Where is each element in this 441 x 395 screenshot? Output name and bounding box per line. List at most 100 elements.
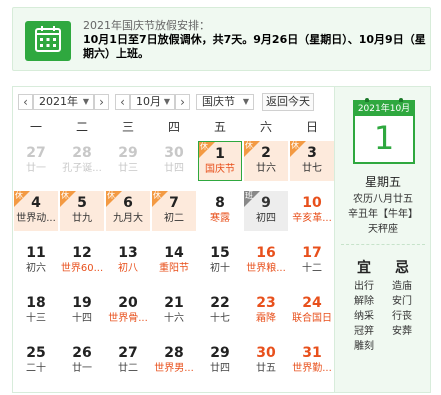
day-cell[interactable]: 27 廿二 [106,341,150,381]
day-number: 19 [72,295,92,311]
month-select[interactable]: 10月 ▼ [130,94,175,110]
day-number: 12 [72,245,92,261]
day-cell[interactable]: 班 9 初四 [244,191,288,231]
day-cell[interactable]: 14 重阳节 [152,241,196,281]
weekday-label: 三 [121,120,134,134]
day-lunar-label: 廿九 [72,213,92,224]
day-detail-panel: 2021年10月 1 星期五 农历八月廿五 辛丑年【牛年】 天秤座 宜 忌 出行… [334,87,430,392]
day-cell[interactable]: 8 寒露 [198,191,242,231]
badge-label: 休 [245,141,253,150]
day-cell[interactable]: 25 二十 [14,341,58,381]
weekday-label: 四 [167,120,180,134]
yi-item: 纳采 [354,311,374,322]
day-cell[interactable]: 30 廿四 [152,141,196,181]
divider [341,244,425,245]
yi-item: 解除 [354,296,374,307]
day-lunar-label: 寒露 [210,213,230,224]
yi-item: 冠笄 [354,326,374,337]
badge-label: 休 [153,191,161,200]
day-cell[interactable]: 休 6 九月大 [106,191,150,231]
day-number: 28 [164,345,184,361]
day-cell[interactable]: 11 初六 [14,241,58,281]
detail-year-month: 2021年10月 [355,102,413,116]
day-lunar-label: 世界粮... [246,263,286,274]
day-number: 21 [164,295,184,311]
day-lunar-label: 联合国日 [292,313,332,324]
day-cell-selected[interactable]: 休 1 国庆节 [198,141,242,181]
day-lunar-label: 十七 [210,313,230,324]
calendar-icon [25,21,71,61]
day-cell[interactable]: 21 十六 [152,291,196,331]
day-cell[interactable]: 29 廿四 [198,341,242,381]
day-cell[interactable]: 30 廿五 [244,341,288,381]
weekday-label: 一 [29,120,42,134]
day-cell[interactable]: 休 7 初二 [152,191,196,231]
day-cell[interactable]: 休 3 廿七 [290,141,334,181]
detail-constellation: 天秤座 [368,224,398,235]
day-number: 23 [256,295,276,311]
day-lunar-label: 孔子诞... [62,163,102,174]
ji-item: 安葬 [392,326,412,337]
detail-lunar-date: 农历八月廿五 [353,194,413,205]
day-lunar-label: 初十 [210,263,230,274]
weekday-label: 日 [305,120,318,134]
chevron-down-icon: ▼ [163,97,170,106]
badge-label: 休 [15,191,23,200]
yi-item: 雕刻 [354,341,374,352]
day-number: 24 [302,295,322,311]
day-lunar-label: 辛亥革... [292,213,332,224]
day-cell[interactable]: 18 十三 [14,291,58,331]
day-cell[interactable]: 26 廿一 [60,341,104,381]
prev-month-button[interactable]: ‹ [115,94,130,110]
year-select-value: 2021年 [39,95,78,108]
holiday-notice: 2021年国庆节放假安排： 10月1日至7日放假调休，共7天。9月26日（星期日… [12,7,431,71]
next-year-button[interactable]: › [94,94,109,110]
day-cell[interactable]: 28 世界男... [152,341,196,381]
day-cell[interactable]: 31 世界勤... [290,341,334,381]
year-select[interactable]: 2021年 ▼ [33,94,94,110]
badge-label: 班 [245,191,253,200]
day-number: 30 [256,345,276,361]
weekday-label: 五 [213,120,226,134]
badge-label: 休 [61,191,69,200]
day-number: 8 [215,195,225,211]
day-cell[interactable]: 15 初十 [198,241,242,281]
day-cell[interactable]: 10 辛亥革... [290,191,334,231]
chevron-down-icon: ▼ [242,97,249,106]
day-cell[interactable]: 29 廿三 [106,141,150,181]
day-grid: 27 廿一 28 孔子诞... 29 廿三 30 廿四 休 1 国庆节休 2 廿六休 3 廿七休 4 世界动..… [13,139,334,391]
day-cell[interactable]: 13 初八 [106,241,150,281]
day-number: 15 [210,245,230,261]
day-lunar-label: 廿四 [210,363,230,374]
day-lunar-label: 世界男... [154,363,194,374]
day-cell[interactable]: 28 孔子诞... [60,141,104,181]
day-cell[interactable]: 23 霜降 [244,291,288,331]
notice-title: 2021年国庆节放假安排： [83,19,210,32]
day-number: 29 [118,145,138,161]
day-cell[interactable]: 12 世界60... [60,241,104,281]
day-cell[interactable]: 19 十四 [60,291,104,331]
day-lunar-label: 初二 [164,213,184,224]
day-lunar-label: 十四 [72,313,92,324]
weekday-header: 一 二 三 四 五 六 日 [13,115,333,139]
day-cell[interactable]: 24 联合国日 [290,291,334,331]
day-cell[interactable]: 20 世界骨... [106,291,150,331]
detail-ganzhi: 辛丑年【牛年】 [348,209,418,220]
day-cell[interactable]: 16 世界粮... [244,241,288,281]
day-cell[interactable]: 休 5 廿九 [60,191,104,231]
next-month-button[interactable]: › [175,94,190,110]
holiday-select[interactable]: 国庆节 ▼ [196,94,254,110]
day-lunar-label: 廿六 [256,163,276,174]
day-cell[interactable]: 27 廿一 [14,141,58,181]
prev-year-button[interactable]: ‹ [18,94,33,110]
day-number: 14 [164,245,184,261]
day-cell[interactable]: 休 4 世界动... [14,191,58,231]
day-number: 20 [118,295,138,311]
day-cell[interactable]: 休 2 廿六 [244,141,288,181]
day-lunar-label: 九月大 [113,213,143,224]
back-to-today-button[interactable]: 返回今天 [262,93,314,111]
day-lunar-label: 初四 [256,213,276,224]
day-cell[interactable]: 17 十二 [290,241,334,281]
day-number: 26 [72,345,92,361]
day-cell[interactable]: 22 十七 [198,291,242,331]
